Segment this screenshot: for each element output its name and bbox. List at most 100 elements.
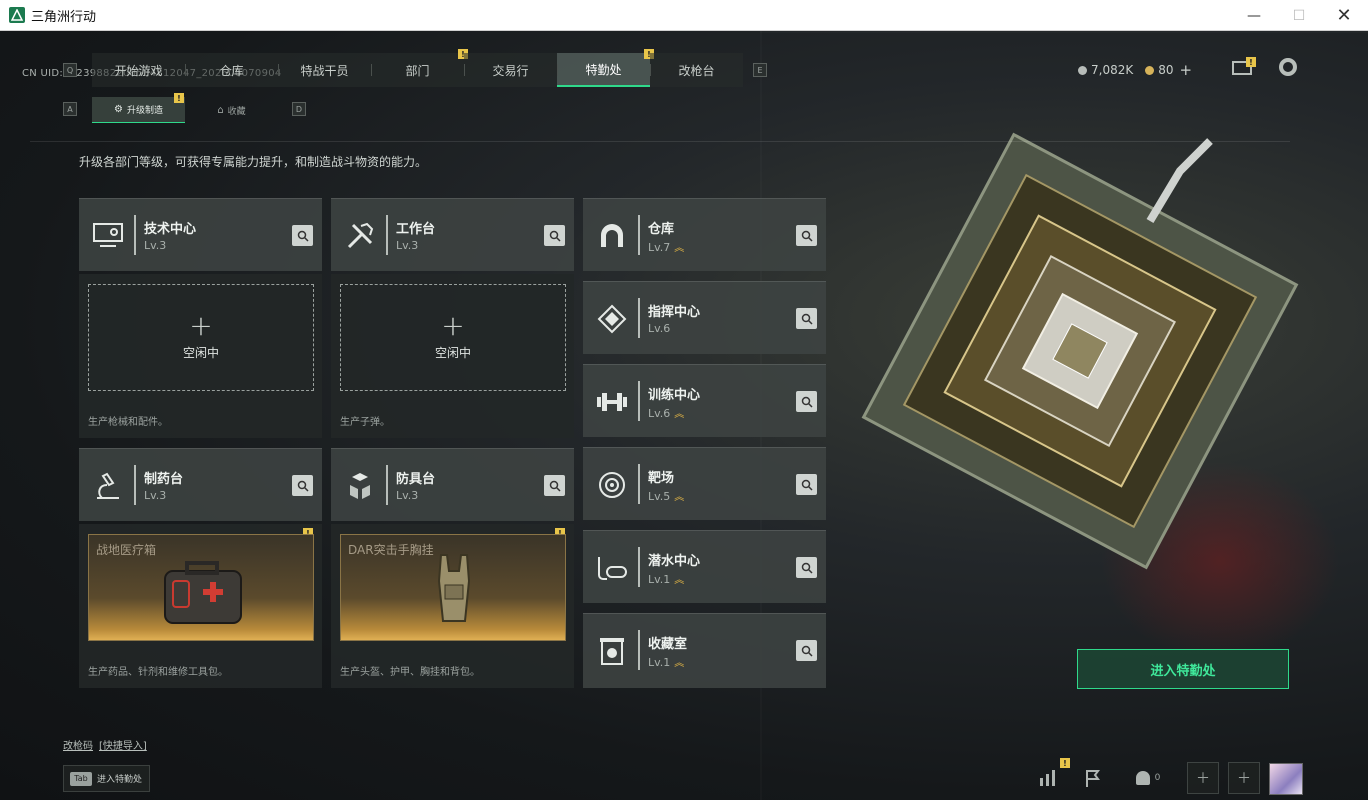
- tab-special-ops[interactable]: 特勤处!: [557, 49, 654, 87]
- search-icon[interactable]: [796, 474, 817, 495]
- minimize-button[interactable]: —: [1231, 0, 1277, 31]
- tab-start-game[interactable]: 开始游戏: [92, 53, 185, 87]
- production-slot-armory[interactable]: ! DAR突击手胸挂 生产头盔、护甲、胸挂和背包。: [331, 524, 574, 688]
- main-nav: 开始游戏 仓库 特战干员 部门! 交易行 特勤处! 改枪台: [92, 49, 743, 87]
- tab-gunsmith[interactable]: 改枪台: [650, 53, 743, 87]
- facility-card-collection-room[interactable]: 收藏室 Lv.1 ︽: [583, 613, 826, 688]
- facility-card-pharmacy[interactable]: 制药台 Lv.3: [79, 448, 322, 521]
- facility-card-armory[interactable]: 防具台 Lv.3: [331, 448, 574, 521]
- card-separator: [638, 298, 640, 338]
- facility-card-training-center[interactable]: 训练中心 Lv.6 ︽: [583, 364, 826, 437]
- production-note: 生产药品、针剂和维修工具包。: [88, 667, 228, 678]
- friends-button[interactable]: 0: [1125, 762, 1171, 794]
- idle-slot[interactable]: + 空闲中: [340, 284, 566, 391]
- search-icon[interactable]: [292, 475, 313, 496]
- invite-slot-2[interactable]: ＋: [1228, 762, 1260, 794]
- enter-special-ops-button[interactable]: 进入特勤处: [1077, 649, 1289, 689]
- search-icon[interactable]: [292, 225, 313, 246]
- facility-card-workbench[interactable]: 工作台 Lv.3: [331, 198, 574, 271]
- tab-key-hint[interactable]: Tab 进入特勤处: [63, 765, 150, 792]
- card-separator: [638, 630, 640, 670]
- facility-card-diving-center[interactable]: 潜水中心 Lv.1 ︽: [583, 530, 826, 603]
- facility-level: Lv.7 ︽: [648, 239, 684, 254]
- facility-name: 潜水中心: [648, 554, 701, 569]
- facility-level: Lv.6 ︽: [648, 405, 684, 420]
- subtab-collection[interactable]: ⌂ 收藏: [185, 97, 278, 123]
- crafting-item-card[interactable]: 战地医疗箱: [88, 534, 314, 641]
- facility-name: 技术中心: [144, 222, 197, 237]
- search-icon[interactable]: [796, 391, 817, 412]
- tab-key: Tab: [70, 771, 92, 786]
- facility-card-shooting-range[interactable]: 靶场 Lv.5 ︽: [583, 447, 826, 520]
- tab-departments[interactable]: 部门!: [371, 49, 468, 87]
- window-title: 三角洲行动: [31, 9, 97, 25]
- search-icon[interactable]: [544, 225, 565, 246]
- close-button[interactable]: ✕: [1321, 0, 1367, 31]
- slot-status: 空闲中: [182, 346, 219, 360]
- search-icon[interactable]: [796, 557, 817, 578]
- arch-icon: [592, 216, 632, 256]
- facility-level: Lv.1 ︽: [648, 571, 684, 586]
- facility-level: Lv.3: [144, 489, 167, 502]
- facility-level-text: Lv.6: [648, 407, 671, 420]
- add-currency-button[interactable]: +: [1180, 61, 1193, 79]
- tab-label: 交易行: [492, 63, 529, 78]
- upgrade-arrow-icon: ︽: [674, 575, 685, 586]
- crafting-item-name: DAR突击手胸挂: [348, 543, 434, 557]
- next-tab-key-hint[interactable]: E: [753, 63, 767, 77]
- medical-kit-icon: [164, 561, 242, 624]
- player-avatar[interactable]: [1269, 763, 1303, 795]
- maximize-button[interactable]: ☐: [1276, 0, 1322, 31]
- cubes-icon: [340, 466, 380, 506]
- production-slot-pharmacy[interactable]: ! 战地医疗箱 生产药品、针剂和维修工具包。: [79, 524, 322, 688]
- crafting-item-card[interactable]: DAR突击手胸挂: [340, 534, 566, 641]
- monitor-icon: [88, 216, 128, 256]
- gun-code-link[interactable]: 改枪码: [63, 741, 93, 752]
- settings-gear-icon[interactable]: [1279, 58, 1297, 76]
- target-icon: [592, 465, 632, 505]
- search-icon[interactable]: [796, 640, 817, 661]
- prev-subtab-key-hint[interactable]: A: [63, 102, 77, 116]
- quick-import-link[interactable]: [快捷导入]: [99, 741, 147, 752]
- chip-icon: [592, 299, 632, 339]
- havoc-coin-icon: [1078, 65, 1087, 75]
- alert-badge: !: [174, 93, 184, 103]
- production-slot-tech[interactable]: + 空闲中 生产枪械和配件。: [79, 274, 322, 438]
- tab-label: 特战干员: [300, 63, 349, 78]
- microscope-icon: [88, 466, 128, 506]
- tab-trading[interactable]: 交易行: [464, 53, 557, 87]
- search-icon[interactable]: [796, 225, 817, 246]
- production-slot-workbench[interactable]: + 空闲中 生产子弹。: [331, 274, 574, 438]
- chest-rig-icon: [437, 554, 471, 622]
- facility-card-command-center[interactable]: 指挥中心 Lv.6: [583, 281, 826, 354]
- invite-slot-1[interactable]: ＋: [1187, 762, 1219, 794]
- flag-button[interactable]: [1075, 762, 1111, 794]
- prev-tab-key-hint[interactable]: Q: [63, 63, 77, 77]
- card-separator: [386, 215, 388, 255]
- facility-card-warehouse[interactable]: 仓库 Lv.7 ︽: [583, 198, 826, 271]
- card-separator: [638, 381, 640, 421]
- header-divider: [30, 141, 1290, 142]
- game-viewport: CN UID:8123988220950481204​7_20260607090…: [0, 31, 1368, 800]
- facility-name: 指挥中心: [648, 305, 701, 320]
- production-note: 生产子弹。: [340, 417, 390, 428]
- facility-level: Lv.6: [648, 322, 671, 335]
- card-separator: [386, 465, 388, 505]
- collection-icon: ⌂: [217, 104, 224, 116]
- search-icon[interactable]: [544, 475, 565, 496]
- tab-warehouse[interactable]: 仓库: [185, 53, 278, 87]
- idle-slot[interactable]: + 空闲中: [88, 284, 314, 391]
- facility-level: Lv.1 ︽: [648, 654, 684, 669]
- stats-alert-badge: !: [1060, 758, 1070, 768]
- tab-operators[interactable]: 特战干员: [278, 53, 371, 87]
- card-separator: [638, 464, 640, 504]
- subtab-label: 升级制造: [126, 106, 163, 116]
- next-subtab-key-hint[interactable]: D: [292, 102, 306, 116]
- search-icon[interactable]: [796, 308, 817, 329]
- dumbbell-icon: [592, 382, 632, 422]
- snorkel-icon: [592, 548, 632, 588]
- facility-level: Lv.3: [396, 489, 419, 502]
- mail-alert-badge: !: [1246, 57, 1256, 67]
- subtab-upgrade-craft[interactable]: ⚙ 升级制造 !: [92, 93, 185, 123]
- facility-card-tech-center[interactable]: 技术中心 Lv.3: [79, 198, 322, 271]
